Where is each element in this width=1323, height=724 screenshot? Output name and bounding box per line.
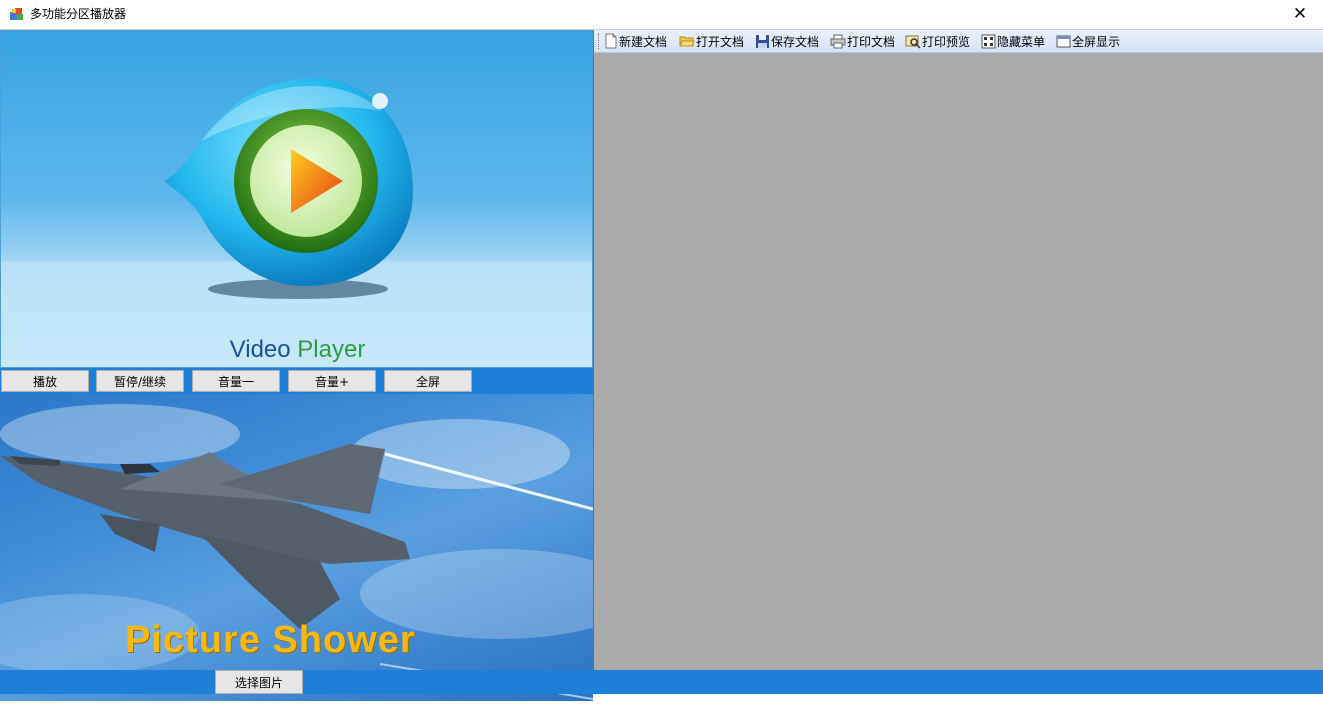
toolbar-label: 新建文档 — [619, 34, 668, 49]
close-button[interactable]: ✕ — [1277, 0, 1323, 28]
toolbar-grip[interactable] — [598, 33, 602, 49]
play-button[interactable]: 播放 — [1, 370, 89, 392]
fullscreen-button[interactable]: 全屏 — [384, 370, 472, 392]
open-folder-icon — [679, 36, 695, 47]
toolbar-label: 隐藏菜单 — [997, 34, 1046, 49]
video-player-panel[interactable]: Video Player — [0, 30, 593, 368]
picture-viewer-panel: Picture Shower — [0, 394, 593, 701]
print-preview-icon — [905, 35, 921, 49]
save-disk-icon — [756, 35, 769, 48]
hide-menu-icon — [981, 34, 996, 49]
new-document-icon — [605, 33, 617, 49]
toolbar-label: 打开文档 — [696, 34, 745, 49]
toolbar-print-document[interactable]: 打印文档 — [830, 32, 895, 50]
document-toolbar: 新建文档 打开文档 保存文档 打印文档 打印预览 隐藏菜单 全屏显示 — [594, 30, 1323, 53]
title-bar: 多功能分区播放器 ✕ — [0, 0, 1323, 28]
toolbar-fullscreen[interactable]: 全屏显示 — [1056, 32, 1120, 50]
toolbar-save-document[interactable]: 保存文档 — [755, 32, 819, 50]
toolbar-hide-menu[interactable]: 隐藏菜单 — [981, 32, 1045, 50]
window-title: 多功能分区播放器 — [30, 7, 127, 21]
left-pane: Video Player 播放 暂停/继续 音量一 音量+ 全屏 Picture… — [0, 30, 593, 724]
printer-icon — [830, 34, 846, 49]
toolbar-open-document[interactable]: 打开文档 — [679, 32, 744, 50]
video-player-logo — [164, 78, 413, 299]
app-icon — [10, 8, 23, 20]
close-icon: ✕ — [1292, 4, 1308, 24]
fullscreen-icon — [1056, 35, 1071, 48]
video-player-caption: Video Player — [1, 336, 592, 364]
pause-resume-button[interactable]: 暂停/继续 — [96, 370, 184, 392]
toolbar-print-preview[interactable]: 打印预览 — [905, 32, 970, 50]
toolbar-label: 全屏显示 — [1072, 34, 1121, 49]
toolbar-label: 保存文档 — [771, 34, 820, 49]
toolbar-label: 打印预览 — [922, 34, 971, 49]
caption-word-player: Player — [297, 336, 366, 363]
video-controls-bar: 播放 暂停/继续 音量一 音量+ 全屏 — [0, 368, 593, 394]
volume-up-button[interactable]: 音量+ — [288, 370, 376, 392]
toolbar-label: 打印文档 — [847, 34, 896, 49]
volume-down-button[interactable]: 音量一 — [192, 370, 280, 392]
picture-shower-caption: Picture Shower — [125, 619, 416, 661]
select-picture-button[interactable]: 选择图片 — [215, 670, 303, 694]
bottom-status-bar — [0, 670, 1323, 694]
caption-word-video: Video — [229, 336, 291, 363]
document-pane[interactable]: 新建文档 打开文档 保存文档 打印文档 打印预览 隐藏菜单 全屏显示 — [593, 30, 1323, 670]
toolbar-new-document[interactable]: 新建文档 — [604, 32, 667, 50]
